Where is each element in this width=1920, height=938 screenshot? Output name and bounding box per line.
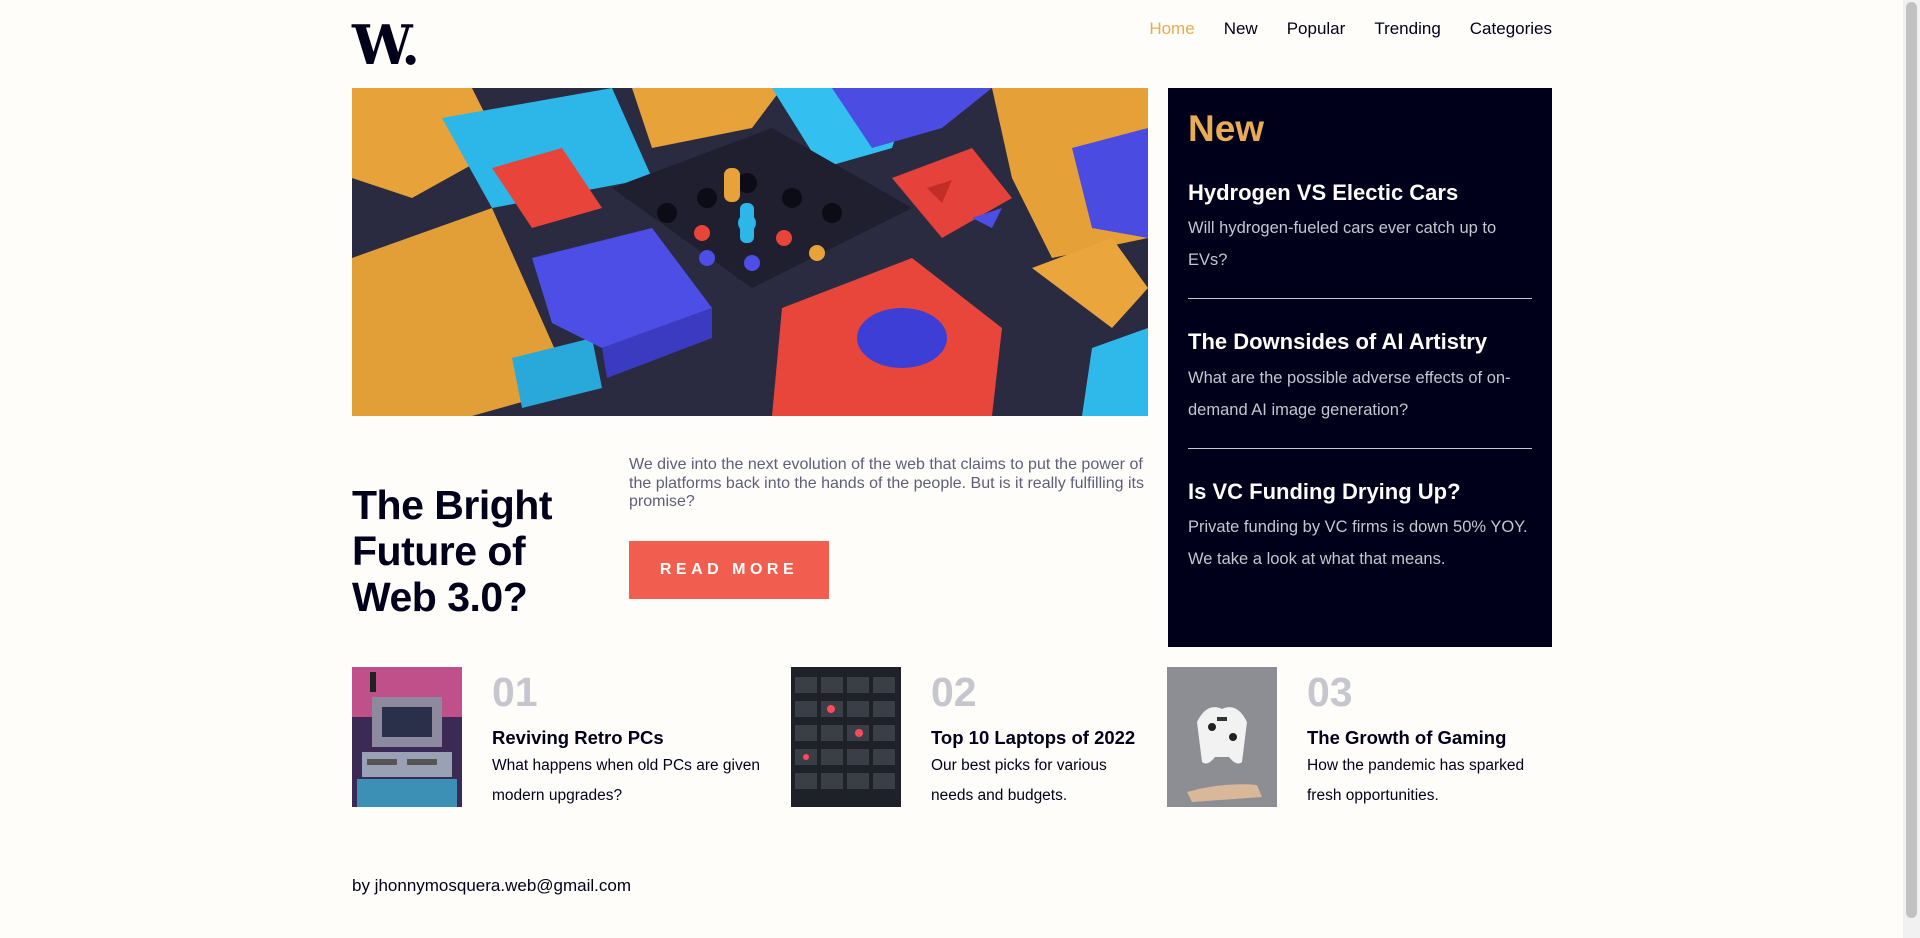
nav-categories[interactable]: Categories — [1470, 19, 1552, 39]
sidebar-title: New — [1188, 108, 1265, 149]
scrollbar-thumb[interactable] — [1906, 2, 1917, 918]
article-card-laptops: 02 Top 10 Laptops of 2022 Our best picks… — [791, 667, 1151, 807]
sidebar-item-title[interactable]: The Downsides of AI Artistry — [1188, 329, 1532, 355]
card-number: 03 — [1307, 669, 1353, 715]
card-title[interactable]: The Growth of Gaming — [1307, 727, 1537, 749]
sidebar-divider — [1188, 447, 1532, 449]
hero-title: The Bright Future of Web 3.0? — [352, 482, 552, 620]
card-title[interactable]: Top 10 Laptops of 2022 — [931, 727, 1135, 749]
sidebar-item-title[interactable]: Hydrogen VS Electic Cars — [1188, 180, 1532, 206]
card-number: 01 — [492, 669, 538, 715]
article-card-retro-pcs: 01 Reviving Retro PCs What happens when … — [352, 667, 772, 807]
sidebar-item-ai-artistry[interactable]: The Downsides of AI Artistry What are th… — [1188, 329, 1532, 425]
card-body: 01 Reviving Retro PCs What happens when … — [492, 667, 782, 807]
footer-credit: by jhonnymosquera.web@gmail.com — [352, 876, 631, 895]
laptop-keyboard-image — [791, 667, 901, 807]
sidebar-item-title[interactable]: Is VC Funding Drying Up? — [1188, 479, 1532, 505]
card-description: How the pandemic has sparked fresh oppor… — [1307, 757, 1525, 804]
hero-image — [352, 88, 1148, 416]
sidebar-divider — [1188, 298, 1532, 300]
article-card-gaming: 03 The Growth of Gaming How the pandemic… — [1167, 667, 1552, 807]
nav-popular[interactable]: Popular — [1287, 19, 1346, 39]
retro-pc-image — [352, 667, 462, 807]
card-title[interactable]: Reviving Retro PCs — [492, 727, 782, 749]
card-body: 02 Top 10 Laptops of 2022 Our best picks… — [931, 667, 1135, 807]
sidebar-item-desc: Will hydrogen-fueled cars ever catch up … — [1188, 219, 1497, 270]
main-nav: Home New Popular Trending Categories — [1149, 19, 1552, 39]
card-description: What happens when old PCs are given mode… — [492, 757, 760, 804]
game-controller-image — [1167, 667, 1277, 807]
sidebar-item-desc: What are the possible adverse effects of… — [1188, 368, 1511, 419]
vertical-scrollbar[interactable] — [1903, 0, 1920, 938]
read-more-button[interactable]: READ MORE — [629, 541, 829, 599]
sidebar-item-vc-funding[interactable]: Is VC Funding Drying Up? Private funding… — [1188, 479, 1532, 575]
nav-trending[interactable]: Trending — [1374, 19, 1440, 39]
sidebar-item-hydrogen[interactable]: Hydrogen VS Electic Cars Will hydrogen-f… — [1188, 180, 1532, 276]
nav-new[interactable]: New — [1224, 19, 1258, 39]
card-description: Our best picks for various needs and bud… — [931, 757, 1107, 804]
card-body: 03 The Growth of Gaming How the pandemic… — [1307, 667, 1537, 807]
sidebar-item-desc: Private funding by VC firms is down 50% … — [1188, 518, 1528, 569]
new-articles-sidebar: New Hydrogen VS Electic Cars Will hydrog… — [1168, 88, 1552, 647]
hero-description: We dive into the next evolution of the w… — [629, 456, 1144, 510]
card-number: 02 — [931, 669, 977, 715]
nav-home[interactable]: Home — [1149, 19, 1194, 39]
site-logo[interactable]: W. — [352, 18, 420, 72]
